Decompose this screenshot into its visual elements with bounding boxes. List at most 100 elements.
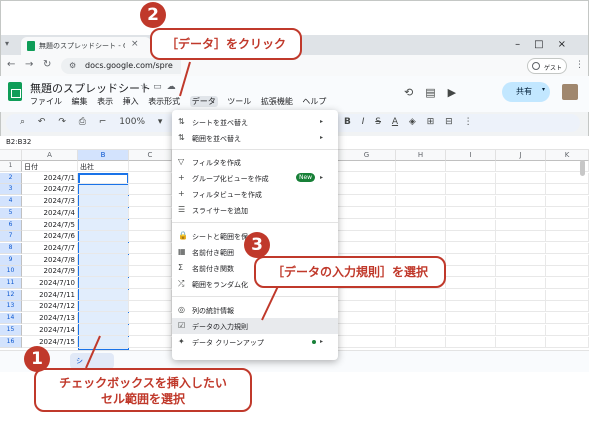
row-header[interactable]: 15 xyxy=(0,324,22,336)
cell-c[interactable] xyxy=(129,184,172,196)
cell-c[interactable] xyxy=(129,196,172,208)
cell-a[interactable]: 日付 xyxy=(22,161,78,172)
cell[interactable] xyxy=(546,231,589,243)
cell[interactable] xyxy=(446,207,496,219)
tab-search-icon[interactable]: ▾ xyxy=(5,39,17,51)
document-title[interactable]: 無題のスプレッドシート xyxy=(30,80,151,96)
name-box[interactable]: B2:B32 xyxy=(6,138,31,146)
cell-a[interactable]: 2024/7/15 xyxy=(22,336,78,348)
cell[interactable] xyxy=(396,231,446,243)
tab-close-icon[interactable]: × xyxy=(131,39,139,49)
cell-c[interactable] xyxy=(129,254,172,266)
menu-view[interactable]: 表示 xyxy=(97,97,113,106)
data-menu-item[interactable]: + フィルタビューを作成 xyxy=(172,186,338,202)
menu-tools[interactable]: ツール xyxy=(227,97,251,106)
cell[interactable] xyxy=(446,161,496,172)
italic-icon[interactable]: I xyxy=(362,117,365,127)
cell[interactable] xyxy=(338,301,396,313)
cell-c[interactable] xyxy=(129,219,172,231)
menu-extensions[interactable]: 拡張機能 xyxy=(261,97,293,106)
site-info-icon[interactable]: ⚙ xyxy=(69,61,79,71)
cell[interactable] xyxy=(396,219,446,231)
cell[interactable] xyxy=(338,242,396,254)
cell[interactable] xyxy=(496,313,546,325)
cell-c[interactable] xyxy=(129,242,172,254)
cell[interactable] xyxy=(496,242,546,254)
cell-b[interactable] xyxy=(78,278,129,289)
cell[interactable] xyxy=(496,278,546,289)
cell[interactable] xyxy=(338,219,396,231)
cell[interactable] xyxy=(496,266,546,278)
cell-a[interactable]: 2024/7/11 xyxy=(22,289,78,301)
cell[interactable] xyxy=(446,184,496,196)
cell-b[interactable] xyxy=(78,196,129,208)
menu-help[interactable]: ヘルプ xyxy=(302,97,326,106)
redo-icon[interactable]: ↷ xyxy=(58,117,66,127)
cell[interactable] xyxy=(338,289,396,301)
cell-b[interactable] xyxy=(78,207,129,219)
cell-b[interactable] xyxy=(78,184,129,196)
cell[interactable] xyxy=(446,324,496,336)
menu-format[interactable]: 表示形式 xyxy=(148,97,180,106)
guest-profile-button[interactable]: ゲスト xyxy=(527,58,567,74)
cell[interactable] xyxy=(338,336,396,348)
column-header-i[interactable]: I xyxy=(446,150,496,161)
cell-a[interactable]: 2024/7/10 xyxy=(22,278,78,289)
row-header[interactable]: 6 xyxy=(0,219,22,231)
cell[interactable] xyxy=(338,184,396,196)
cell-b[interactable] xyxy=(78,289,129,301)
data-menu-item[interactable]: ⇅ 範囲を並べ替え ▸ xyxy=(172,130,338,146)
cell[interactable] xyxy=(446,278,496,289)
data-menu-item[interactable]: ☰ スライサーを追加 xyxy=(172,202,338,218)
cell-a[interactable]: 2024/7/6 xyxy=(22,231,78,243)
cell-a[interactable]: 2024/7/13 xyxy=(22,313,78,325)
menu-insert[interactable]: 挿入 xyxy=(123,97,139,106)
browser-tab[interactable]: 無題のスプレッドシート - Google スプ × xyxy=(21,37,151,55)
sheets-logo-icon[interactable] xyxy=(8,82,22,101)
cell-c[interactable] xyxy=(129,161,172,172)
cell-c[interactable] xyxy=(129,278,172,289)
cell-b[interactable] xyxy=(78,266,129,278)
cell[interactable] xyxy=(338,207,396,219)
cell[interactable] xyxy=(396,301,446,313)
cell[interactable] xyxy=(546,242,589,254)
text-color-icon[interactable]: A xyxy=(392,117,398,127)
column-header-g[interactable]: G xyxy=(338,150,396,161)
cell[interactable] xyxy=(446,254,496,266)
cell-b[interactable] xyxy=(78,313,129,325)
search-menus-icon[interactable]: ⌕ xyxy=(20,117,25,127)
cell[interactable] xyxy=(338,324,396,336)
cell[interactable] xyxy=(546,266,589,278)
cell[interactable] xyxy=(396,161,446,172)
cell-a[interactable]: 2024/7/4 xyxy=(22,207,78,219)
reload-icon[interactable]: ↻ xyxy=(43,59,51,70)
row-header[interactable]: 13 xyxy=(0,301,22,313)
cell[interactable] xyxy=(396,313,446,325)
more-icon[interactable]: ⋮ xyxy=(464,117,473,127)
cell[interactable] xyxy=(446,301,496,313)
zoom-select[interactable]: 100% xyxy=(119,117,145,127)
cell[interactable] xyxy=(396,289,446,301)
column-header-b[interactable]: B xyxy=(78,150,129,161)
cell[interactable] xyxy=(496,231,546,243)
cell[interactable] xyxy=(496,336,546,348)
title-actions[interactable]: ☆▭☁ xyxy=(140,82,181,92)
cell-a[interactable]: 2024/7/5 xyxy=(22,219,78,231)
column-header-h[interactable]: H xyxy=(396,150,446,161)
cell-a[interactable]: 2024/7/12 xyxy=(22,301,78,313)
cell-c[interactable] xyxy=(129,301,172,313)
merge-icon[interactable]: ⊟ xyxy=(445,117,453,127)
cell-b[interactable] xyxy=(78,324,129,336)
cell-b[interactable] xyxy=(78,336,129,348)
cell[interactable] xyxy=(396,184,446,196)
cell[interactable] xyxy=(446,289,496,301)
row-header[interactable]: 9 xyxy=(0,254,22,266)
cell-c[interactable] xyxy=(129,313,172,325)
cell-b[interactable]: 出社 xyxy=(78,161,129,172)
data-menu-item[interactable]: ✦ データ クリーンアップ ▸ xyxy=(172,334,338,350)
cell[interactable] xyxy=(396,207,446,219)
cell-a[interactable]: 2024/7/8 xyxy=(22,254,78,266)
cell[interactable] xyxy=(546,254,589,266)
cell-c[interactable] xyxy=(129,266,172,278)
cell[interactable] xyxy=(446,196,496,208)
